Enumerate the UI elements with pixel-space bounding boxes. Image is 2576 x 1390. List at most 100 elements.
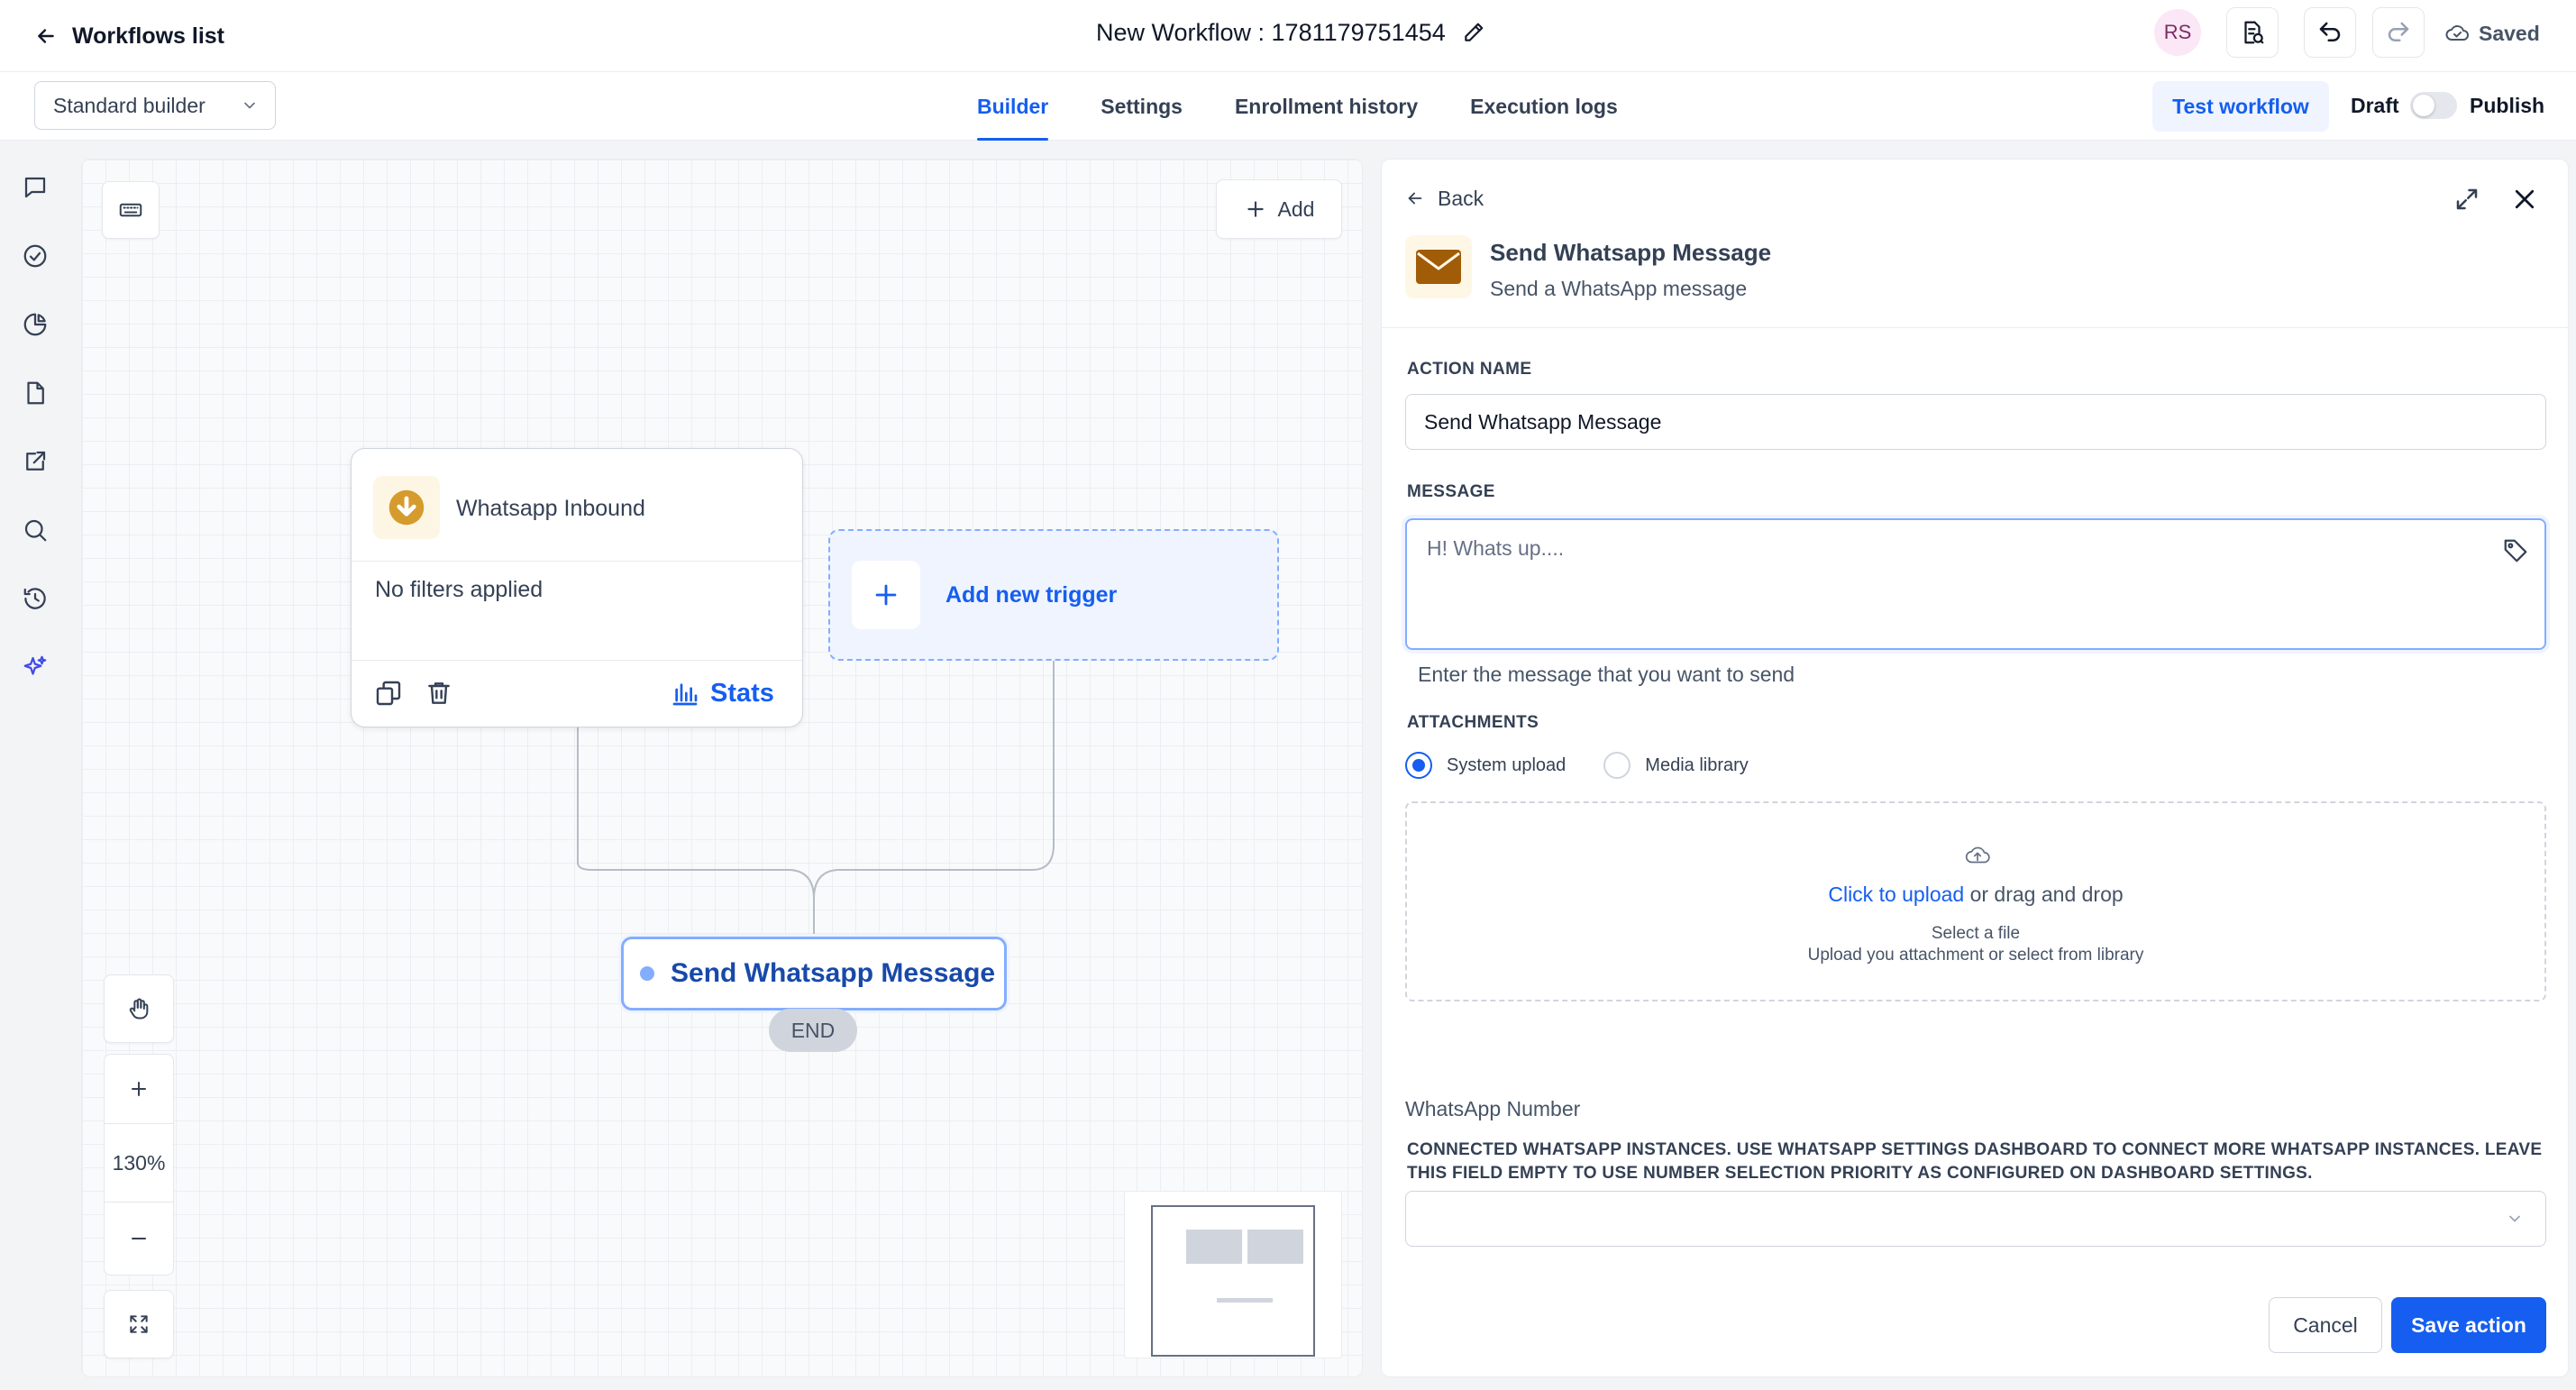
bar-chart-icon bbox=[671, 679, 699, 708]
panel-back-label: Back bbox=[1438, 186, 1484, 210]
action-node-send-whatsapp[interactable]: Send Whatsapp Message bbox=[621, 937, 1007, 1010]
saved-status: Saved bbox=[2444, 18, 2540, 49]
file-icon[interactable] bbox=[19, 377, 51, 409]
test-workflow-button[interactable]: Test workflow bbox=[2152, 81, 2329, 132]
envelope-icon bbox=[1415, 249, 1462, 285]
add-node-button[interactable]: Add bbox=[1216, 179, 1342, 239]
copy-icon[interactable] bbox=[373, 678, 404, 709]
avatar[interactable]: RS bbox=[2154, 9, 2201, 56]
upload-instructions: Click to upload or drag and drop bbox=[1407, 882, 2544, 907]
sparkles-icon[interactable] bbox=[19, 651, 51, 683]
fit-view-icon bbox=[127, 1312, 151, 1336]
attachment-source-group: System upload Media library bbox=[1405, 749, 1749, 782]
tab-bar: Builder Settings Enrollment history Exec… bbox=[977, 72, 1618, 141]
status-dot bbox=[640, 966, 654, 981]
plus-icon bbox=[852, 561, 920, 629]
undo-icon bbox=[2316, 19, 2343, 46]
trigger-card[interactable]: Whatsapp Inbound No filters applied Stat… bbox=[351, 448, 803, 727]
click-to-upload-link[interactable]: Click to upload bbox=[1828, 882, 1964, 906]
add-label: Add bbox=[1277, 197, 1315, 221]
minimap-preview bbox=[1151, 1205, 1315, 1357]
cloud-icon bbox=[2444, 23, 2470, 44]
hand-icon bbox=[126, 996, 151, 1021]
tab-enrollment-history[interactable]: Enrollment history bbox=[1235, 72, 1418, 141]
arrow-left-icon bbox=[1405, 188, 1425, 208]
radio-media-library-label: Media library bbox=[1645, 754, 1749, 775]
plus-icon bbox=[1244, 197, 1267, 221]
add-new-trigger[interactable]: Add new trigger bbox=[828, 529, 1279, 661]
panel-icon-wrap bbox=[1405, 235, 1472, 298]
builder-type-value: Standard builder bbox=[53, 93, 206, 117]
radio-system-upload[interactable] bbox=[1405, 752, 1432, 779]
trigger-icon-wrap bbox=[373, 476, 440, 539]
radio-system-upload-label: System upload bbox=[1447, 754, 1567, 775]
test-report-button[interactable] bbox=[2226, 7, 2279, 58]
keyboard-shortcuts-button[interactable] bbox=[102, 181, 160, 239]
publish-label: Publish bbox=[2470, 94, 2545, 117]
chevron-down-icon bbox=[241, 96, 259, 114]
upload-subtext-1: Select a file bbox=[1931, 924, 2021, 943]
tab-settings[interactable]: Settings bbox=[1101, 72, 1183, 141]
close-icon[interactable] bbox=[2508, 183, 2541, 215]
whatsapp-number-description: CONNECTED WHATSAPP INSTANCES. USE WHATSA… bbox=[1407, 1140, 2543, 1183]
draft-label: Draft bbox=[2351, 94, 2399, 117]
expand-icon[interactable] bbox=[2451, 183, 2483, 215]
file-dropzone[interactable]: Click to upload or drag and drop Select … bbox=[1405, 801, 2546, 1001]
panel-back-button[interactable]: Back bbox=[1405, 185, 1484, 212]
redo-icon bbox=[2385, 19, 2412, 46]
cancel-button[interactable]: Cancel bbox=[2269, 1297, 2382, 1353]
action-node-label: Send Whatsapp Message bbox=[671, 958, 996, 988]
radio-media-library[interactable] bbox=[1603, 752, 1631, 779]
keyboard-icon bbox=[117, 197, 144, 224]
save-action-button[interactable]: Save action bbox=[2391, 1297, 2546, 1353]
zoom-out-button[interactable] bbox=[105, 1203, 173, 1275]
upload-cloud-icon bbox=[1963, 841, 1992, 870]
trash-icon[interactable] bbox=[424, 678, 454, 709]
tag-icon[interactable] bbox=[2499, 535, 2532, 567]
pencil-icon[interactable] bbox=[1462, 21, 1485, 44]
zoom-level: 130% bbox=[112, 1150, 166, 1175]
search-icon[interactable] bbox=[19, 514, 51, 546]
chevron-down-icon bbox=[2506, 1210, 2524, 1228]
pan-tool-button[interactable] bbox=[104, 974, 174, 1043]
fit-view-button[interactable] bbox=[104, 1290, 174, 1358]
upload-subtext-2: Upload you attachment or select from lib… bbox=[1807, 946, 2144, 965]
tab-builder[interactable]: Builder bbox=[977, 72, 1049, 141]
panel-subtitle: Send a WhatsApp message bbox=[1490, 277, 1748, 300]
add-new-trigger-label: Add new trigger bbox=[945, 581, 1118, 608]
stats-button[interactable]: Stats bbox=[671, 676, 774, 710]
top-header: Workflows list New Workflow : 1781179751… bbox=[0, 0, 2576, 72]
zoom-controls: 130% bbox=[104, 1054, 174, 1276]
trigger-footer-divider bbox=[352, 660, 802, 661]
message-textarea[interactable] bbox=[1405, 518, 2546, 650]
back-label: Workflows list bbox=[72, 23, 225, 49]
workflow-canvas[interactable]: Add Whatsapp Inbound No filters applied … bbox=[81, 159, 1363, 1377]
message-hint: Enter the message that you want to send bbox=[1418, 663, 1795, 686]
external-link-icon[interactable] bbox=[19, 445, 51, 478]
tab-execution-logs[interactable]: Execution logs bbox=[1470, 72, 1618, 141]
whatsapp-number-select[interactable] bbox=[1405, 1191, 2546, 1247]
chat-icon[interactable] bbox=[19, 171, 51, 204]
attachments-label: ATTACHMENTS bbox=[1407, 713, 1539, 732]
check-circle-icon[interactable] bbox=[19, 240, 51, 272]
undo-button[interactable] bbox=[2304, 7, 2356, 58]
builder-type-select[interactable]: Standard builder bbox=[34, 81, 276, 130]
trigger-divider bbox=[352, 561, 802, 562]
message-label: MESSAGE bbox=[1407, 482, 1495, 501]
end-node: END bbox=[769, 1009, 857, 1052]
plus-icon bbox=[128, 1078, 150, 1100]
minimap[interactable] bbox=[1124, 1191, 1342, 1358]
pie-chart-icon[interactable] bbox=[19, 308, 51, 341]
zoom-in-button[interactable] bbox=[105, 1055, 173, 1123]
workflow-title-text: New Workflow : 1781179751454 bbox=[1096, 18, 1446, 46]
trigger-filters: No filters applied bbox=[375, 577, 544, 602]
arrow-left-icon bbox=[34, 24, 58, 48]
history-icon[interactable] bbox=[19, 582, 51, 615]
workflows-list-back-link[interactable]: Workflows list bbox=[34, 16, 224, 56]
panel-divider bbox=[1382, 327, 2568, 328]
redo-button[interactable] bbox=[2372, 7, 2425, 58]
action-config-panel: Back Send Whatsapp Message Send a WhatsA… bbox=[1381, 159, 2569, 1377]
action-name-input[interactable] bbox=[1405, 394, 2546, 450]
saved-label: Saved bbox=[2479, 21, 2540, 45]
publish-toggle[interactable] bbox=[2410, 92, 2457, 119]
